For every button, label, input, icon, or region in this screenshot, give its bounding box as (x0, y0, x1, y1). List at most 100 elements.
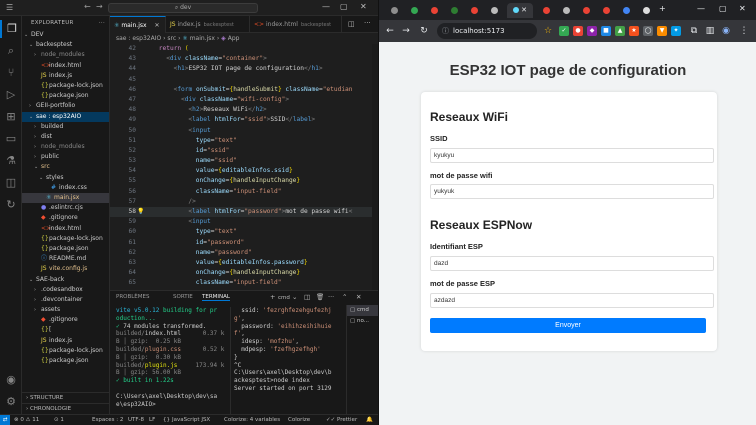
tree-item[interactable]: JS index.js (22, 71, 109, 81)
maximize-icon[interactable]: ▢ (719, 4, 727, 13)
terminal-left[interactable]: vite v5.0.12 building for pr oduction... ✓… (116, 307, 228, 408)
extension-icon[interactable]: ★ (629, 26, 639, 36)
tab-terminal[interactable]: TERMINAL (202, 294, 230, 301)
split-terminal-icon[interactable]: ◫ (304, 293, 310, 301)
terminal-profile-label[interactable]: cmd (278, 295, 290, 301)
run-debug-icon[interactable]: ▷ (0, 86, 22, 104)
browser-tab[interactable] (637, 3, 655, 18)
extension-icon[interactable]: ■ (601, 26, 611, 36)
tree-item[interactable]: ⌄ sae : esp32AIO (22, 111, 109, 122)
browser-tab[interactable] (385, 3, 403, 18)
minimize-icon[interactable]: — (322, 2, 330, 11)
tree-item[interactable]: {}package-lock.json (22, 234, 109, 244)
account-icon[interactable]: ◉ (0, 371, 22, 389)
ports-indicator[interactable]: ⊙ 1 (54, 415, 64, 425)
tree-item[interactable]: ◆ .gitignore (22, 315, 109, 325)
tree-item[interactable]: <>index.html (22, 224, 109, 234)
tree-item[interactable]: › builded (22, 122, 109, 132)
tree-item[interactable]: ⓘ README.md (22, 254, 109, 264)
browser-tab[interactable] (485, 3, 503, 18)
tab-output[interactable]: SORTIE (173, 294, 193, 300)
wifi-password-input[interactable]: yukyuk (430, 184, 714, 199)
tree-item[interactable]: › .codesandbox (22, 285, 109, 295)
browser-tab[interactable] (557, 3, 575, 18)
extension-icon[interactable]: ◯ (643, 26, 653, 36)
site-info-icon[interactable]: ⓘ (442, 23, 449, 39)
side-panel-icon[interactable]: ▥ (703, 24, 717, 38)
tab-close-icon[interactable]: ✕ (154, 22, 159, 29)
colorize-status[interactable]: Colorize: 4 variables (224, 415, 280, 425)
editor-more-icon[interactable]: ··· (364, 19, 371, 27)
tree-item[interactable]: › public (22, 152, 109, 162)
tree-item[interactable]: {}package.json (22, 244, 109, 254)
bookmark-star-icon[interactable]: ☆ (541, 24, 555, 38)
errors-warnings[interactable]: ⊗ 0 ⚠ 11 (14, 415, 39, 425)
new-tab-icon[interactable]: + (659, 4, 666, 13)
back-arrow-icon[interactable]: ← (383, 24, 397, 38)
panel-more-icon[interactable]: ··· (328, 293, 334, 301)
extension-icon[interactable]: ✦ (671, 26, 681, 36)
tree-item[interactable]: › .devcontainer (22, 295, 109, 305)
tree-item[interactable]: {}[ (22, 325, 109, 335)
tree-item[interactable]: ◆ .gitignore (22, 213, 109, 223)
browser-tab-active[interactable]: ✕ (507, 3, 533, 18)
kill-terminal-icon[interactable]: 🗑 (316, 293, 324, 301)
submit-button[interactable]: Envoyer (430, 318, 706, 333)
code-editor[interactable]: 42 return (43 <div className="container"> 4… (110, 44, 378, 290)
eol-status[interactable]: LF (149, 415, 155, 425)
tree-item[interactable]: # index.css (22, 183, 109, 193)
ssid-input[interactable]: kyukyu (430, 148, 714, 163)
breadcrumb-item[interactable]: main.jsx (190, 35, 215, 42)
forward-arrow-icon[interactable]: → (399, 24, 413, 38)
terminal-right[interactable]: ssid: 'fezrghfezehgufezhj g', password: '… (234, 307, 344, 393)
extensions-icon[interactable]: ⊞ (0, 108, 22, 126)
tab-index-js[interactable]: JS index.js backesptest (166, 16, 250, 33)
browser-tab[interactable] (597, 3, 615, 18)
tree-item[interactable]: ⌄ SAE-back (22, 275, 109, 285)
browser-tab[interactable] (537, 3, 555, 18)
maximize-icon[interactable]: ▢ (340, 2, 348, 11)
encoding-status[interactable]: UTF-8 (128, 415, 144, 425)
notifications-bell-icon[interactable]: 🔔 (366, 415, 373, 425)
new-terminal-icon[interactable]: + (270, 293, 275, 301)
esp-password-input[interactable]: azdazd (430, 293, 714, 308)
tab-main-jsx[interactable]: ⚛ main.jsx ✕ (110, 16, 166, 33)
extension-icon[interactable]: ● (573, 26, 583, 36)
maximize-panel-icon[interactable]: ⌃ (342, 293, 347, 301)
close-icon[interactable]: ✕ (360, 2, 367, 11)
command-center[interactable]: ⌕ dev (108, 3, 258, 13)
source-control-icon[interactable]: ⑂ (0, 64, 22, 82)
address-bar[interactable]: ⓘ localhost:5173 (437, 23, 537, 39)
timeline-section[interactable]: › CHRONOLOGIE (22, 403, 109, 414)
browser-tab[interactable] (577, 3, 595, 18)
terminal-dropdown-icon[interactable]: ⌄ (292, 293, 297, 301)
remote-indicator-icon[interactable]: ⇄ (0, 415, 10, 425)
back-arrow-icon[interactable]: ← (84, 2, 91, 11)
minimize-icon[interactable]: — (697, 4, 705, 13)
forward-arrow-icon[interactable]: → (96, 2, 103, 11)
prettier-status[interactable]: ✓✓ Prettier (326, 415, 357, 425)
breadcrumb-item[interactable]: src (167, 35, 176, 42)
extensions-puzzle-icon[interactable]: ⧉ (687, 24, 701, 38)
browser-tab[interactable] (445, 3, 463, 18)
colorizer-status[interactable]: Colorize (288, 415, 310, 425)
tree-item[interactable]: ⌄ src (22, 162, 109, 172)
hamburger-menu-icon[interactable]: ☰ (6, 3, 13, 12)
search-icon[interactable]: ⌕ (0, 42, 22, 60)
extension-icon[interactable]: ▲ (615, 26, 625, 36)
tree-item[interactable]: › node_modules (22, 50, 109, 60)
esp-id-input[interactable]: dazd (430, 256, 714, 271)
browser-tab[interactable] (425, 3, 443, 18)
tree-item[interactable]: JS vite.config.js (22, 264, 109, 274)
indentation-status[interactable]: Espaces : 2 (92, 415, 123, 425)
profile-avatar-icon[interactable]: ◉ (719, 24, 733, 38)
language-mode[interactable]: JavaScript JSX (172, 415, 210, 425)
split-editor-icon[interactable]: ◫ (348, 20, 355, 28)
tree-item[interactable]: ● .eslintrc.cjs (22, 203, 109, 213)
tree-item[interactable]: › dist (22, 132, 109, 142)
tree-item[interactable]: {}package.json (22, 356, 109, 366)
settings-gear-icon[interactable]: ⚙ (0, 393, 22, 411)
tree-item[interactable]: ⌄ DEV (22, 30, 109, 40)
extension-icon[interactable]: ✓ (559, 26, 569, 36)
extension-icon[interactable]: ▼ (657, 26, 667, 36)
